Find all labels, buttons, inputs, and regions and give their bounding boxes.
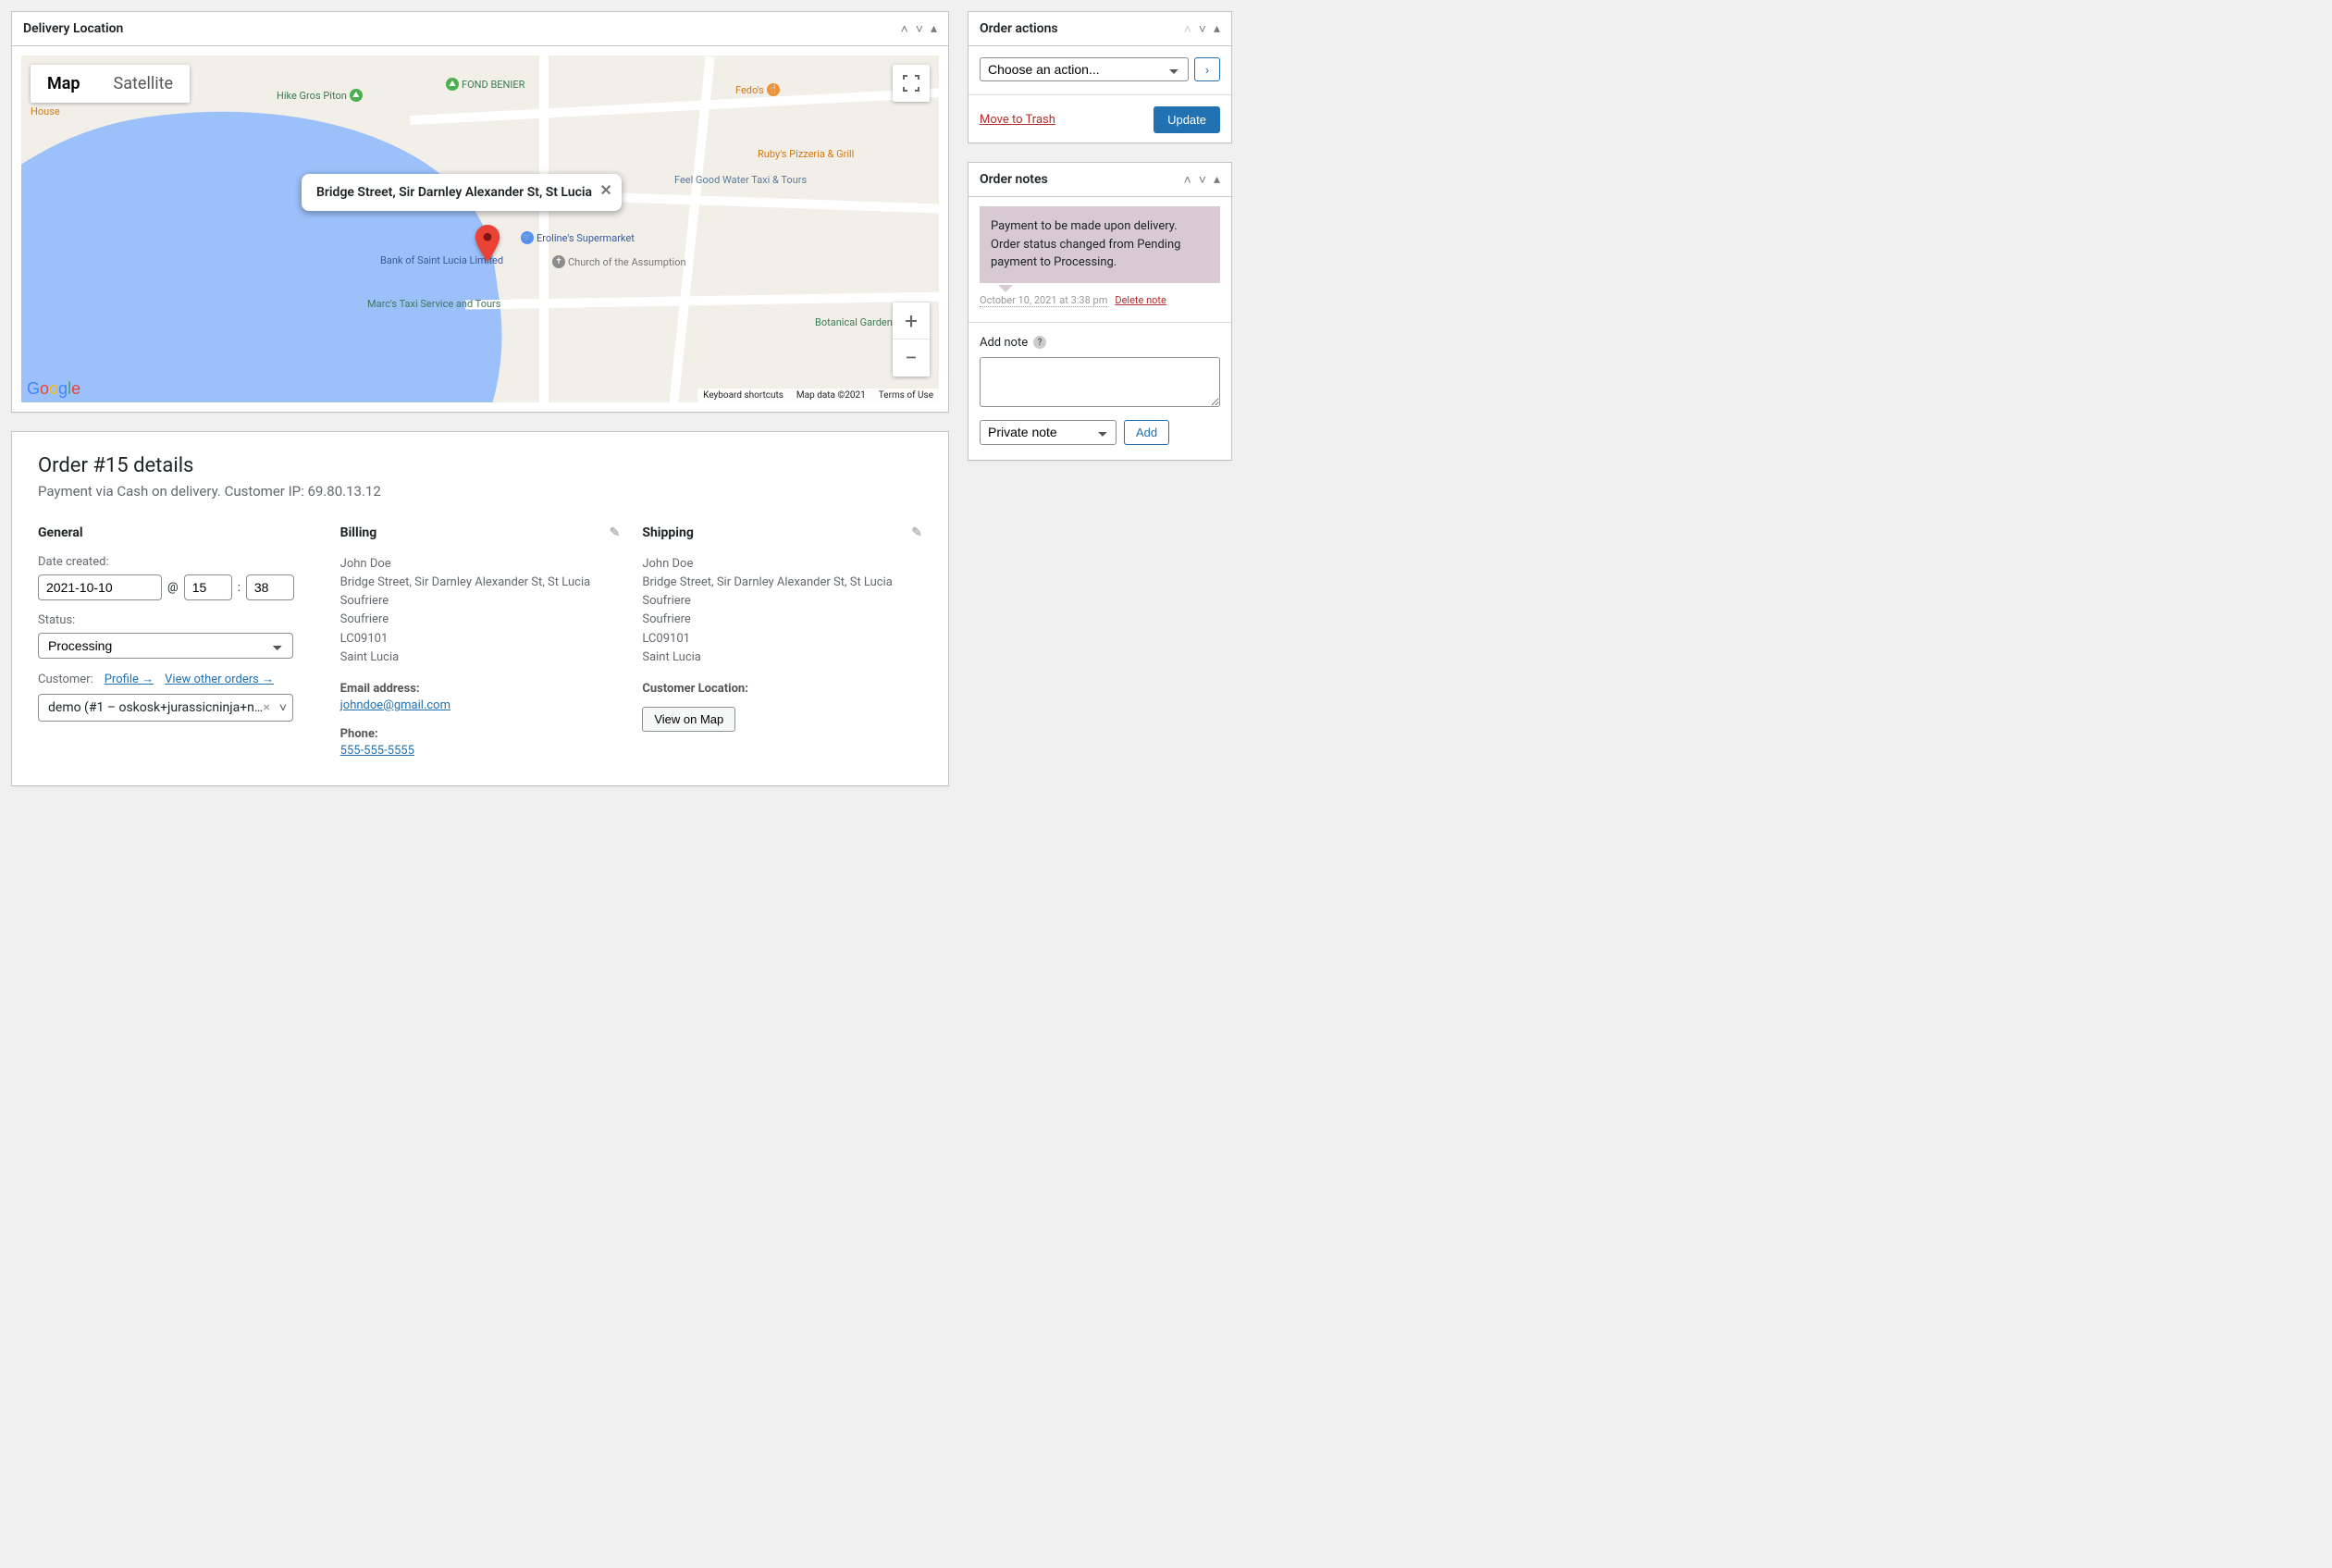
move-up-icon[interactable]: ˄ [901, 21, 908, 37]
shipping-city1: Soufriere [642, 592, 922, 611]
poi-fond-benier: FOND BENIER [462, 79, 524, 91]
zoom-in-icon[interactable]: + [893, 302, 930, 340]
map-info-window: Bridge Street, Sir Darnley Alexander St,… [302, 174, 622, 211]
minute-input[interactable] [246, 574, 294, 600]
order-notes-panel: Order notes ˄ ˅ ▴ Payment to be made upo… [968, 162, 1232, 461]
info-close-icon[interactable]: ✕ [596, 179, 616, 200]
shipping-name: John Doe [642, 555, 922, 574]
info-window-text: Bridge Street, Sir Darnley Alexander St,… [316, 185, 592, 200]
date-input[interactable] [38, 574, 162, 600]
fullscreen-icon[interactable] [893, 65, 930, 102]
edit-billing-icon[interactable]: ✎ [610, 525, 621, 540]
keyboard-shortcuts-link[interactable]: Keyboard shortcuts [703, 390, 784, 401]
terms-link[interactable]: Terms of Use [879, 390, 933, 401]
poi-botanic: Botanical Gardens [815, 316, 898, 328]
billing-city1: Soufriere [340, 592, 621, 611]
order-actions-title: Order actions [980, 12, 1058, 45]
order-subtitle: Payment via Cash on delivery. Customer I… [38, 483, 922, 500]
order-note: Payment to be made upon delivery. Order … [980, 206, 1220, 307]
poi-house: House [31, 105, 60, 117]
apply-action-button[interactable]: › [1194, 57, 1220, 81]
delivery-location-panel: Delivery Location ˄ ˅ ▴ ⛰FOND BENIER Hik… [11, 11, 949, 413]
map-type-control: Map Satellite [31, 65, 190, 103]
customer-label: Customer: [38, 673, 93, 686]
map-canvas[interactable]: ⛰FOND BENIER Hike Gros Piton⛰ Fedo's🍴 Ru… [21, 56, 939, 402]
customer-select[interactable]: demo (#1 – oskosk+jurassicninja+n… × ˅ [38, 694, 293, 722]
poi-eroline: Eroline's Supermarket [537, 232, 635, 244]
billing-country: Saint Lucia [340, 648, 621, 667]
move-down-icon[interactable]: ˅ [1199, 21, 1206, 37]
order-actions-panel: Order actions ˄ ˅ ▴ Choose an action... … [968, 11, 1232, 143]
order-action-select[interactable]: Choose an action... [980, 57, 1189, 81]
clear-customer-icon[interactable]: × [264, 700, 270, 715]
update-button[interactable]: Update [1154, 106, 1220, 133]
shipping-country: Saint Lucia [642, 648, 922, 667]
view-on-map-button[interactable]: View on Map [642, 707, 735, 732]
google-logo: Google [27, 379, 80, 399]
billing-postal: LC09101 [340, 630, 621, 648]
toggle-panel-icon[interactable]: ▴ [1214, 172, 1220, 187]
chevron-down-icon: ˅ [279, 700, 287, 716]
move-to-trash-link[interactable]: Move to Trash [980, 113, 1055, 127]
note-content: Payment to be made upon delivery. Order … [980, 206, 1220, 283]
billing-heading: Billing [340, 525, 377, 540]
delivery-title: Delivery Location [23, 12, 123, 45]
poi-feelgood: Feel Good Water Taxi & Tours [674, 174, 807, 186]
help-icon[interactable]: ? [1033, 336, 1046, 349]
phone-link[interactable]: 555-555-5555 [340, 744, 414, 758]
order-notes-title: Order notes [980, 163, 1048, 196]
profile-link[interactable]: Profile → [105, 672, 154, 686]
map-marker-icon[interactable] [475, 225, 500, 265]
toggle-panel-icon[interactable]: ▴ [1214, 21, 1220, 36]
customer-location-label: Customer Location: [642, 682, 922, 696]
note-textarea[interactable] [980, 357, 1220, 407]
general-column: General Date created: @ : Status: Proces… [38, 525, 318, 758]
billing-name: John Doe [340, 555, 621, 574]
shipping-city2: Soufriere [642, 611, 922, 629]
at-symbol: @ [167, 581, 179, 595]
move-up-icon[interactable]: ˄ [1184, 172, 1191, 188]
billing-city2: Soufriere [340, 611, 621, 629]
shipping-postal: LC09101 [642, 630, 922, 648]
billing-column: Billing ✎ John Doe Bridge Street, Sir Da… [340, 525, 621, 758]
map-type-satellite[interactable]: Satellite [97, 65, 190, 103]
status-label: Status: [38, 613, 318, 627]
toggle-panel-icon[interactable]: ▴ [931, 21, 937, 36]
poi-fedos: Fedo's [735, 84, 764, 96]
email-link[interactable]: johndoe@gmail.com [340, 698, 450, 712]
map-data-label: Map data ©2021 [796, 390, 866, 401]
zoom-out-icon[interactable]: − [893, 340, 930, 377]
shipping-heading: Shipping [642, 525, 693, 540]
general-heading: General [38, 525, 83, 540]
order-title: Order #15 details [38, 454, 922, 477]
order-details-panel: Order #15 details Payment via Cash on de… [11, 431, 949, 786]
view-other-orders-link[interactable]: View other orders → [165, 672, 274, 686]
move-down-icon[interactable]: ˅ [916, 21, 923, 37]
billing-street: Bridge Street, Sir Darnley Alexander St,… [340, 574, 621, 592]
move-up-icon[interactable]: ˄ [1184, 21, 1191, 37]
customer-value: demo (#1 – oskosk+jurassicninja+n… [48, 700, 266, 715]
delete-note-link[interactable]: Delete note [1115, 294, 1166, 306]
move-down-icon[interactable]: ˅ [1199, 172, 1206, 188]
add-note-button[interactable]: Add [1124, 420, 1169, 445]
map-type-map[interactable]: Map [31, 65, 97, 103]
poi-rubys: Ruby's Pizzeria & Grill [758, 148, 854, 160]
phone-label: Phone: [340, 727, 621, 741]
note-type-select[interactable]: Private note [980, 420, 1117, 445]
email-label: Email address: [340, 682, 621, 696]
add-note-label: Add note [980, 336, 1028, 350]
poi-marc: Marc's Taxi Service and Tours [367, 298, 500, 310]
shipping-street: Bridge Street, Sir Darnley Alexander St,… [642, 574, 922, 592]
poi-hike: Hike Gros Piton [277, 90, 347, 102]
colon-symbol: : [238, 581, 241, 595]
zoom-control: + − [893, 302, 930, 377]
note-timestamp: October 10, 2021 at 3:38 pm [980, 294, 1107, 307]
status-select[interactable]: Processing [38, 633, 293, 659]
poi-church: Church of the Assumption [568, 256, 686, 268]
edit-shipping-icon[interactable]: ✎ [911, 525, 922, 540]
date-created-label: Date created: [38, 555, 318, 569]
hour-input[interactable] [184, 574, 232, 600]
shipping-column: Shipping ✎ John Doe Bridge Street, Sir D… [642, 525, 922, 758]
